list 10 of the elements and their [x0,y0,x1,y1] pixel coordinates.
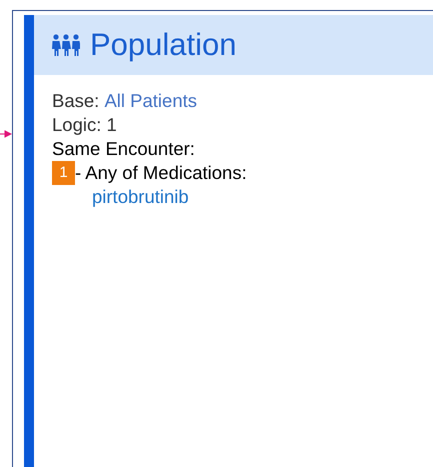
arrow-icon [0,130,12,138]
criterion-number: 1 [52,161,75,185]
logic-text: Logic: 1 [52,113,117,137]
medication-link[interactable]: pirtobrutinib [52,185,189,209]
people-icon [52,34,80,56]
panel-title: Population [90,27,237,63]
criterion-label: - Any of Medications: [75,161,247,185]
base-label: Base: [52,89,100,113]
group-label: Same Encounter: [52,137,195,161]
base-link[interactable]: All Patients [104,89,197,113]
